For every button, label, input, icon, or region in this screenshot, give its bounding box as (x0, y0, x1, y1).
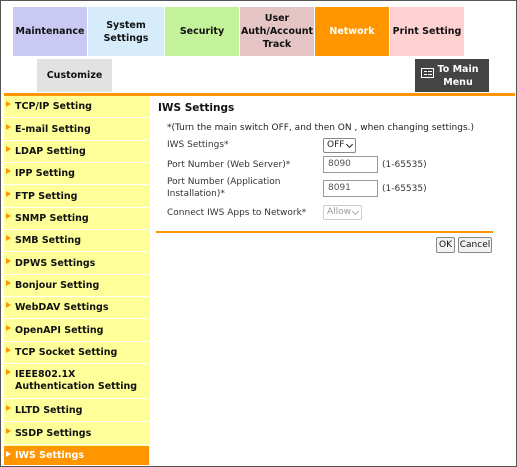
sidebar-item-label: IEEE802.1X Authentication Setting (15, 369, 138, 392)
restart-note: *(Turn the main switch OFF, and then ON … (167, 123, 475, 133)
tab-print-setting[interactable]: Print Setting (390, 7, 464, 56)
arrow-right-icon (6, 235, 11, 241)
sidebar-item-label: IWS Settings (15, 450, 85, 461)
sidebar-item-dpws[interactable]: DPWS Settings (4, 253, 149, 275)
tab-security[interactable]: Security (165, 7, 239, 56)
sidebar-item-ftp[interactable]: FTP Setting (4, 186, 149, 208)
sidebar-item-tcp-socket[interactable]: TCP Socket Setting (4, 342, 149, 364)
content-divider (156, 231, 493, 233)
iws-settings-value: OFF (327, 140, 345, 150)
arrow-right-icon (6, 168, 11, 174)
sidebar-item-lltd[interactable]: LLTD Setting (4, 400, 149, 422)
sidebar-item-ipp[interactable]: IPP Setting (4, 163, 149, 185)
to-main-menu-button[interactable]: To Main Menu (415, 59, 489, 92)
to-main-menu-label: To Main Menu (437, 63, 479, 88)
arrow-right-icon (6, 302, 11, 308)
sidebar-item-label: OpenAPI Setting (15, 325, 104, 336)
sidebar-item-ssdp[interactable]: SSDP Settings (4, 423, 149, 445)
arrow-right-icon (6, 428, 11, 434)
cancel-button[interactable]: Cancel (458, 237, 492, 253)
arrow-right-icon (6, 405, 11, 411)
arrow-right-icon (6, 258, 11, 264)
sidebar-item-webdav[interactable]: WebDAV Settings (4, 297, 149, 319)
arrow-right-icon (6, 451, 11, 457)
sidebar-item-label: FTP Setting (15, 191, 78, 202)
page-title: IWS Settings (158, 102, 235, 114)
port-app-input[interactable]: 8091 (323, 180, 378, 197)
iws-settings-select[interactable]: OFF (323, 138, 356, 153)
sidebar-item-label: LLTD Setting (15, 405, 83, 416)
port-web-input[interactable]: 8090 (323, 156, 378, 173)
arrow-right-icon (6, 213, 11, 219)
app-frame: Maintenance System Settings Security Use… (0, 0, 517, 467)
tab-customize[interactable]: Customize (37, 59, 112, 92)
arrow-right-icon (6, 146, 11, 152)
sidebar-item-label: WebDAV Settings (15, 302, 109, 313)
sidebar-item-tcp-ip[interactable]: TCP/IP Setting (4, 96, 149, 118)
sidebar-item-ieee8021x[interactable]: IEEE802.1X Authentication Setting (4, 364, 149, 399)
sidebar-item-bonjour[interactable]: Bonjour Setting (4, 275, 149, 297)
arrow-right-icon (6, 325, 11, 331)
ok-button[interactable]: OK (436, 237, 455, 253)
chevron-down-icon (351, 207, 360, 216)
port-app-label: Port Number (Application Installation)* (167, 177, 281, 199)
connect-apps-label: Connect IWS Apps to Network* (167, 208, 307, 218)
port-app-range: (1-65535) (382, 184, 427, 194)
arrow-right-icon (6, 280, 11, 286)
sidebar-item-label: LDAP Setting (15, 146, 86, 157)
sidebar-item-label: IPP Setting (15, 168, 75, 179)
tab-system-settings[interactable]: System Settings (88, 7, 164, 56)
tab-user-auth-account-track[interactable]: User Auth/Account Track (240, 7, 314, 56)
sidebar: TCP/IP Setting E-mail Setting LDAP Setti… (4, 96, 150, 466)
port-web-range: (1-65535) (382, 160, 427, 170)
tab-network[interactable]: Network (315, 7, 389, 56)
connect-apps-value: Allow (327, 207, 352, 217)
arrow-right-icon (6, 101, 11, 107)
arrow-right-icon (6, 124, 11, 130)
sidebar-item-iws[interactable]: IWS Settings (4, 446, 149, 466)
port-web-label: Port Number (Web Server)* (167, 160, 291, 170)
sidebar-item-label: SSDP Settings (15, 428, 92, 439)
sidebar-item-label: TCP Socket Setting (15, 347, 118, 358)
sidebar-item-label: TCP/IP Setting (15, 101, 92, 112)
sidebar-item-label: Bonjour Setting (15, 280, 100, 291)
arrow-right-icon (6, 369, 11, 375)
tab-maintenance[interactable]: Maintenance (13, 7, 87, 56)
sidebar-item-openapi[interactable]: OpenAPI Setting (4, 320, 149, 342)
sidebar-item-email[interactable]: E-mail Setting (4, 119, 149, 141)
sidebar-item-label: E-mail Setting (15, 124, 91, 135)
sidebar-item-label: DPWS Settings (15, 258, 96, 269)
main-menu-icon (421, 68, 434, 78)
sidebar-item-label: SNMP Setting (15, 213, 89, 224)
connect-apps-select: Allow (323, 205, 362, 220)
chevron-down-icon (345, 140, 354, 149)
sidebar-item-smb[interactable]: SMB Setting (4, 230, 149, 252)
arrow-right-icon (6, 191, 11, 197)
sidebar-item-label: SMB Setting (15, 235, 82, 246)
sidebar-item-snmp[interactable]: SNMP Setting (4, 208, 149, 230)
sidebar-item-ldap[interactable]: LDAP Setting (4, 141, 149, 163)
iws-settings-label: IWS Settings* (167, 140, 229, 150)
arrow-right-icon (6, 347, 11, 353)
